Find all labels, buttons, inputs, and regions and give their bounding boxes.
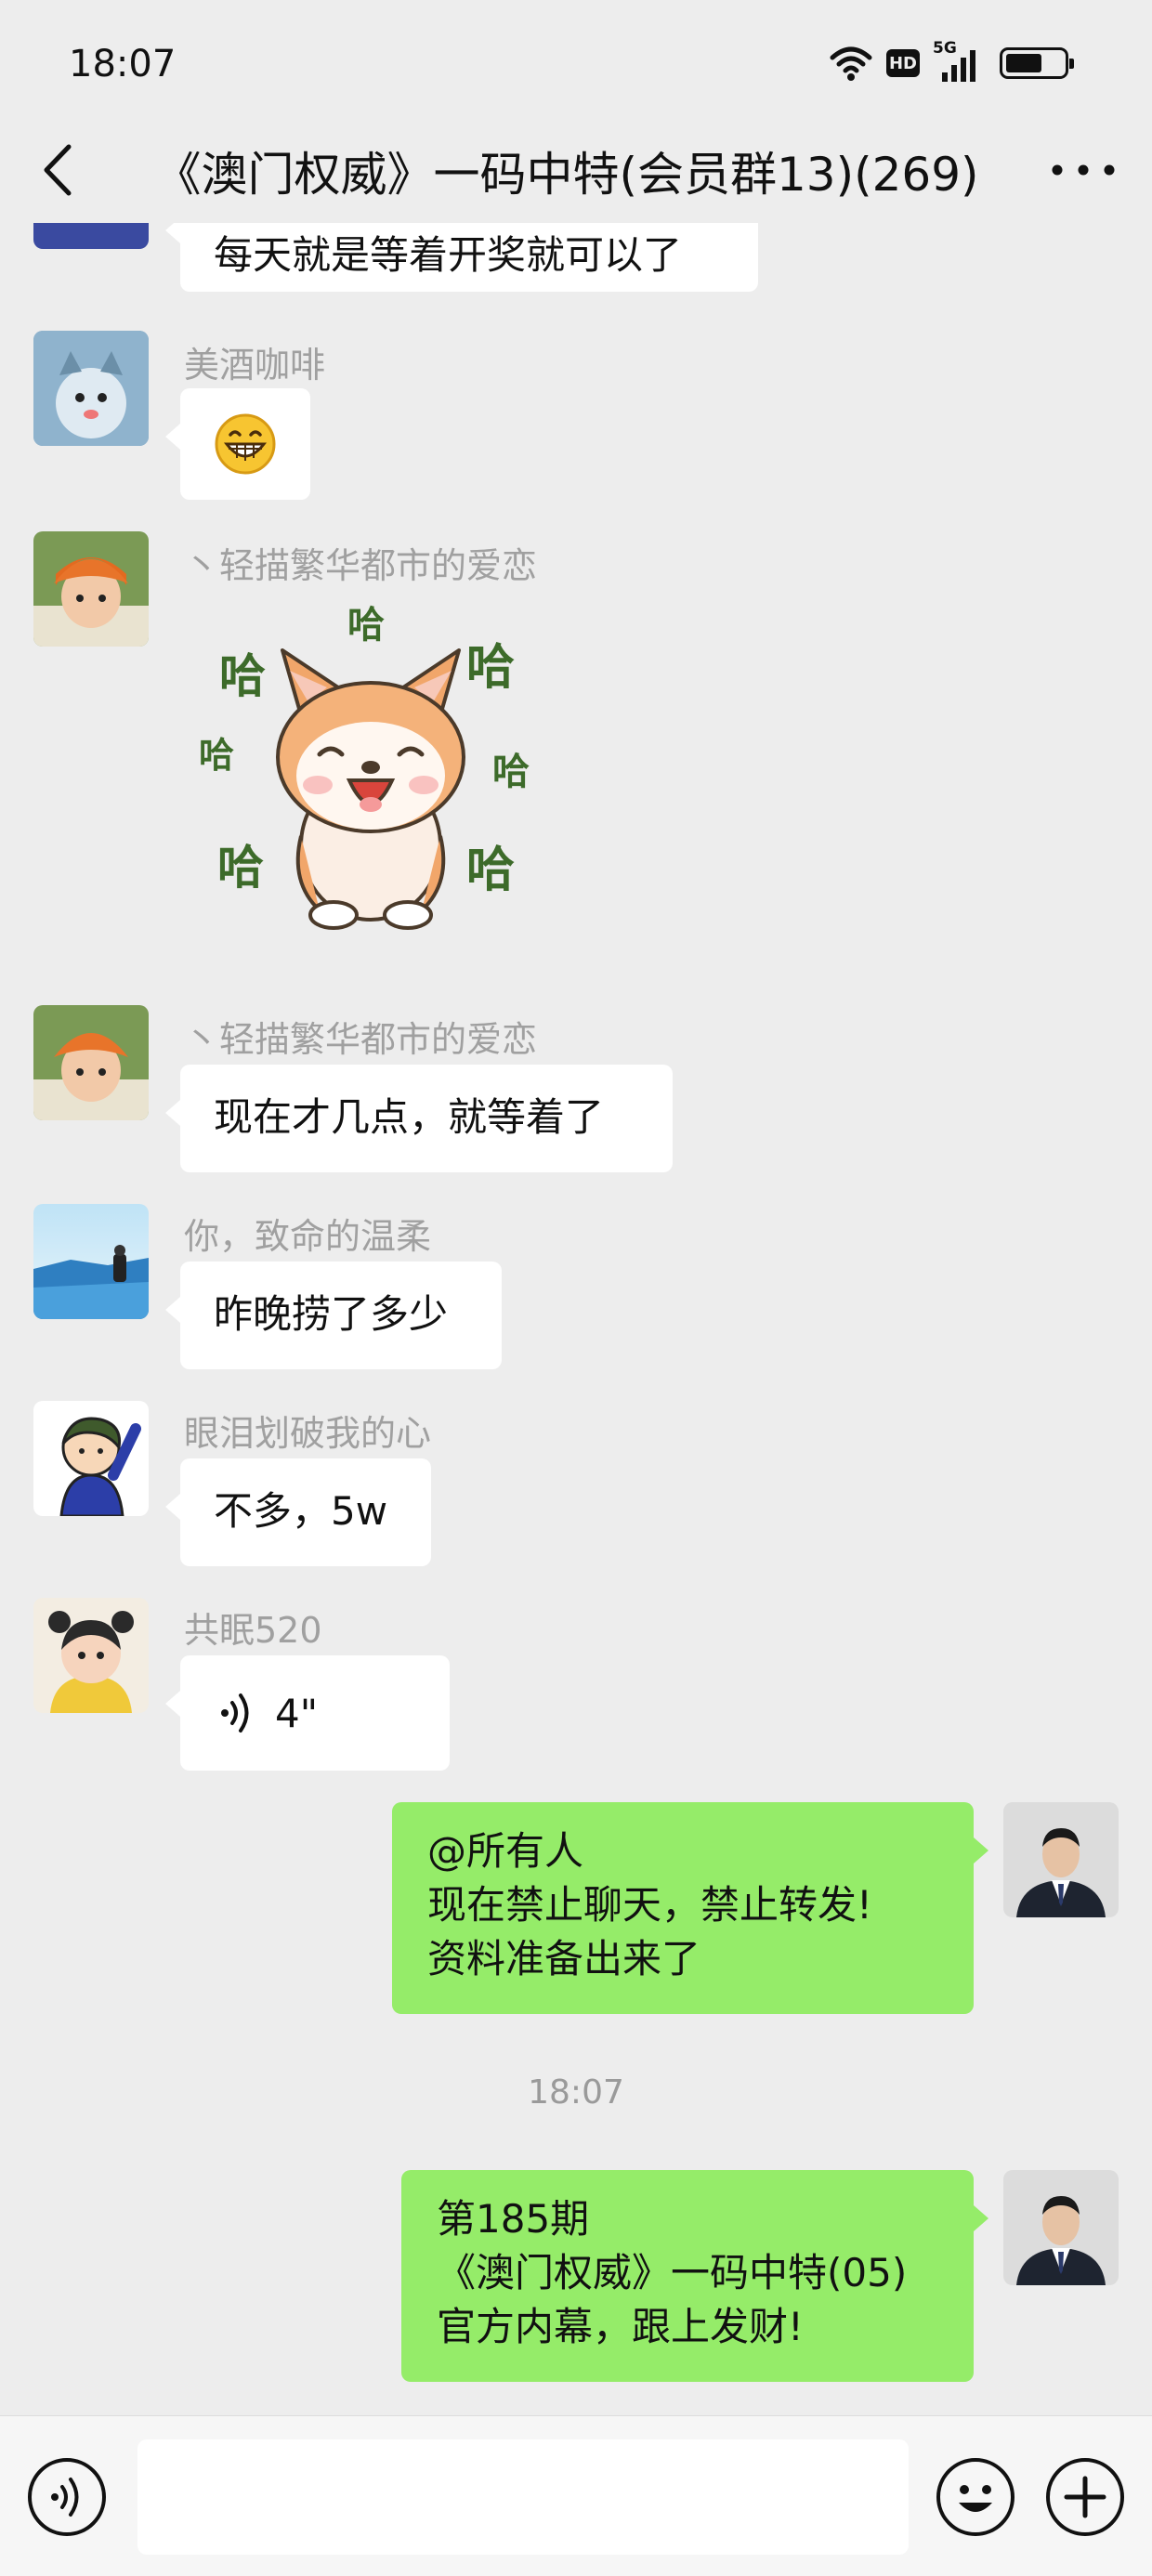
message-text: 第185期 《澳门权威》一码中特(05) 官方内幕，跟上发财! [437, 2196, 908, 2349]
network-label: 5G [933, 39, 957, 58]
laugh-char: 哈 [219, 649, 266, 703]
laugh-char: 哈 [492, 751, 530, 793]
sender-name: 共眠520 [184, 1610, 322, 1651]
grinning-emoji-icon [215, 413, 276, 475]
self-avatar[interactable] [1003, 1802, 1119, 1917]
laugh-char: 哈 [347, 604, 385, 647]
shiba-laughing-sticker[interactable]: 哈 哈 哈 哈 哈 哈 哈 [190, 595, 552, 957]
avatar[interactable] [33, 1598, 149, 1713]
chat-timestamp: 18:07 [528, 2073, 624, 2112]
voice-input-icon[interactable] [28, 2458, 106, 2536]
emoji-icon[interactable] [936, 2458, 1015, 2536]
sender-name: 你，致命的温柔 [184, 1216, 432, 1257]
laugh-char: 哈 [466, 640, 516, 696]
more-dots-icon[interactable] [1048, 147, 1119, 193]
chat-title: 《澳门权威》一码中特(会员群13)(269) [154, 148, 979, 202]
message-bubble[interactable]: 每天就是等着开奖就可以了 [165, 223, 758, 292]
avatar[interactable] [33, 223, 149, 249]
message-text: 现在才几点，就等着了 [214, 1094, 605, 1140]
self-avatar[interactable] [1003, 2170, 1119, 2285]
sender-name: 美酒咖啡 [184, 345, 326, 386]
message-bubble[interactable]: 现在才几点，就等着了 [165, 1065, 673, 1172]
laugh-char: 哈 [199, 735, 235, 776]
message-bubble[interactable] [165, 388, 310, 500]
laugh-char: 哈 [217, 841, 264, 895]
avatar[interactable] [33, 1401, 149, 1516]
voice-message-bubble[interactable]: 4" [165, 1655, 450, 1771]
message-bubble[interactable]: @所有人 现在禁止聊天，禁止转发! 资料准备出来了 [392, 1802, 988, 2014]
avatar[interactable] [33, 531, 149, 647]
message-text: 昨晚捞了多少 [214, 1291, 449, 1337]
hd-icon: HD [886, 49, 920, 77]
message-text: 每天就是等着开奖就可以了 [214, 232, 683, 278]
message-text: 不多，5w [214, 1488, 388, 1534]
chevron-left-icon[interactable] [32, 139, 87, 201]
sender-name: 丶轻描繁华都市的爱恋 [184, 1019, 538, 1060]
voice-wave-icon [221, 1693, 249, 1733]
sender-name: 眼泪划破我的心 [184, 1413, 432, 1454]
signal-5g-icon: 5G [933, 39, 987, 82]
message-bubble[interactable]: 昨晚捞了多少 [165, 1262, 502, 1369]
partial-message-clip: 每天就是等着开奖就可以了 [0, 223, 1152, 297]
message-text: @所有人 现在禁止聊天，禁止转发! 资料准备出来了 [427, 1828, 872, 1981]
message-bubble[interactable]: 第185期 《澳门权威》一码中特(05) 官方内幕，跟上发财! [401, 2170, 988, 2382]
avatar[interactable] [33, 331, 149, 446]
laugh-char: 哈 [466, 843, 516, 898]
voice-duration: 4" [275, 1690, 319, 1736]
message-bubble[interactable]: 不多，5w [165, 1458, 431, 1566]
avatar[interactable] [33, 1204, 149, 1319]
avatar[interactable] [33, 1005, 149, 1120]
sender-name: 丶轻描繁华都市的爱恋 [184, 545, 538, 586]
plus-icon[interactable] [1046, 2458, 1124, 2536]
message-input[interactable] [137, 2439, 909, 2555]
status-time: 18:07 [69, 43, 177, 85]
battery-icon [1000, 47, 1074, 79]
wifi-icon [830, 46, 872, 81]
status-icons: HD 5G [829, 39, 1074, 82]
